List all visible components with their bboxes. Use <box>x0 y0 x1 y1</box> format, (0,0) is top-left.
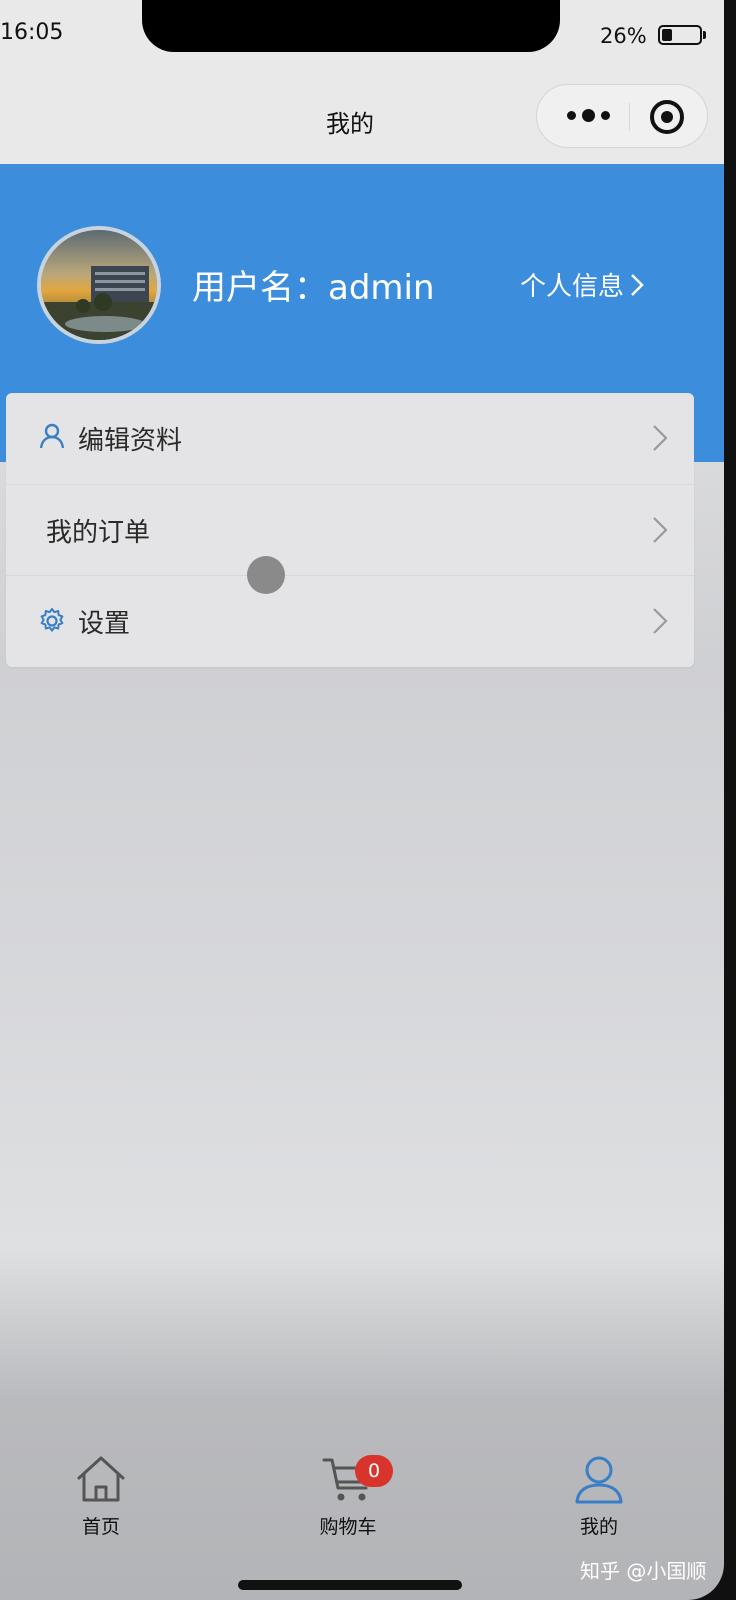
home-indicator[interactable] <box>238 1580 462 1590</box>
avatar[interactable] <box>37 226 161 344</box>
menu-label: 设置 <box>78 608 131 639</box>
menu-item-my-orders[interactable]: 我的订单 <box>6 484 694 575</box>
tab-label: 我的 <box>579 1516 618 1538</box>
capsule-divider <box>629 103 630 131</box>
home-icon <box>77 1456 125 1502</box>
menu-label: 编辑资料 <box>78 426 183 456</box>
more-button[interactable] <box>557 103 619 127</box>
tab-profile[interactable]: 我的 <box>539 1454 659 1539</box>
menu-label: 我的订单 <box>46 517 151 548</box>
battery-percentage: 26% <box>600 24 647 48</box>
miniprogram-capsule <box>536 84 708 148</box>
phone-screen: 16:05 26% 我的 用户名：admin 个人信息 编辑资料 我的订单 设置… <box>0 0 724 1600</box>
menu-item-settings[interactable]: 设置 <box>6 575 694 666</box>
device-frame-edge <box>724 0 736 1600</box>
status-time: 16:05 <box>0 20 64 45</box>
cart-count-badge: 0 <box>355 1455 393 1487</box>
camera-notch <box>142 0 560 52</box>
menu-card: 编辑资料 我的订单 设置 <box>6 393 694 667</box>
menu-item-edit-profile[interactable]: 编辑资料 <box>6 393 694 484</box>
user-icon <box>39 423 65 449</box>
chevron-right-icon <box>653 517 668 543</box>
tab-label: 购物车 <box>319 1516 377 1538</box>
watermark: 知乎 @小国顺 <box>580 1559 707 1583</box>
chevron-right-icon <box>631 273 644 296</box>
personal-info-link[interactable]: 个人信息 <box>520 266 644 303</box>
user-icon <box>575 1456 623 1504</box>
personal-info-label: 个人信息 <box>520 272 625 302</box>
touch-indicator <box>247 556 285 594</box>
tab-home[interactable]: 首页 <box>41 1454 161 1539</box>
username-label: 用户名：admin <box>192 268 435 308</box>
battery-icon <box>658 25 706 45</box>
close-miniprogram-button[interactable] <box>649 99 685 135</box>
tab-label: 首页 <box>81 1516 120 1538</box>
chevron-right-icon <box>653 425 668 451</box>
chevron-right-icon <box>653 608 668 634</box>
gear-icon <box>40 608 64 632</box>
